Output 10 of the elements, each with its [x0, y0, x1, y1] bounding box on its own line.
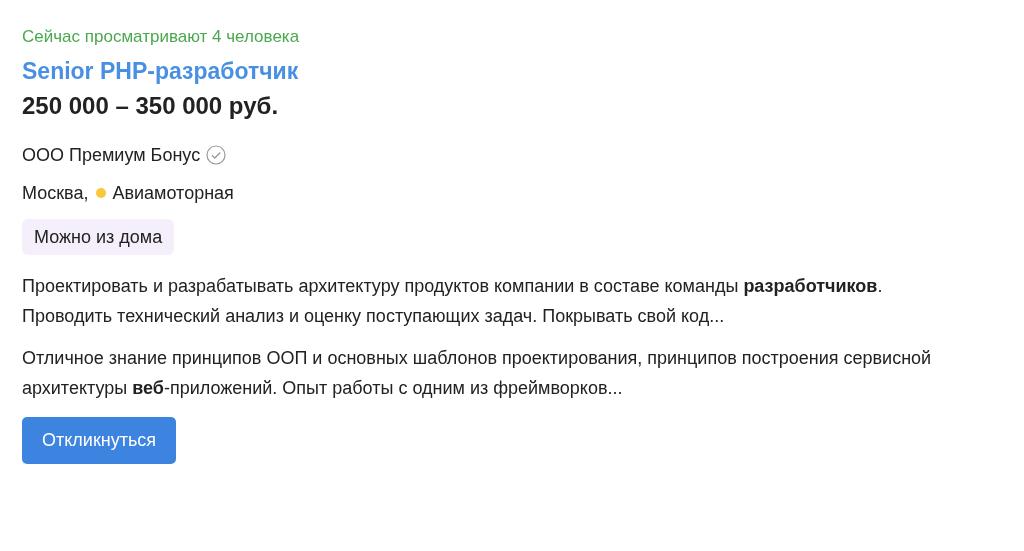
- company-name[interactable]: ООО Премиум Бонус: [22, 143, 201, 167]
- vacancy-title-link[interactable]: Senior PHP-разработчик: [22, 57, 299, 85]
- viewers-count: Сейчас просматривают 4 человека: [22, 26, 300, 48]
- description-snippet: Отличное знание принципов ООП и основных шаблонов проектирования, принципов построения сервисной архитектуры веб-приложений. Опыт работы с одним из фреймворков...: [22, 347, 933, 400]
- description-snippet: Проектировать и разрабатывать архитектуру продуктов компании в составе команды разработчиков. Проводить технический анализ и оценку поступающих задач. Покрывать свой код...: [22, 275, 884, 328]
- city-name: Москва,: [22, 182, 89, 205]
- respond-button[interactable]: Откликнуться: [22, 417, 177, 464]
- salary-range: 250 000 – 350 000 руб.: [22, 91, 279, 121]
- metro-station: Авиамоторная: [112, 182, 234, 205]
- work-format-tag: Можно из дома: [22, 219, 175, 255]
